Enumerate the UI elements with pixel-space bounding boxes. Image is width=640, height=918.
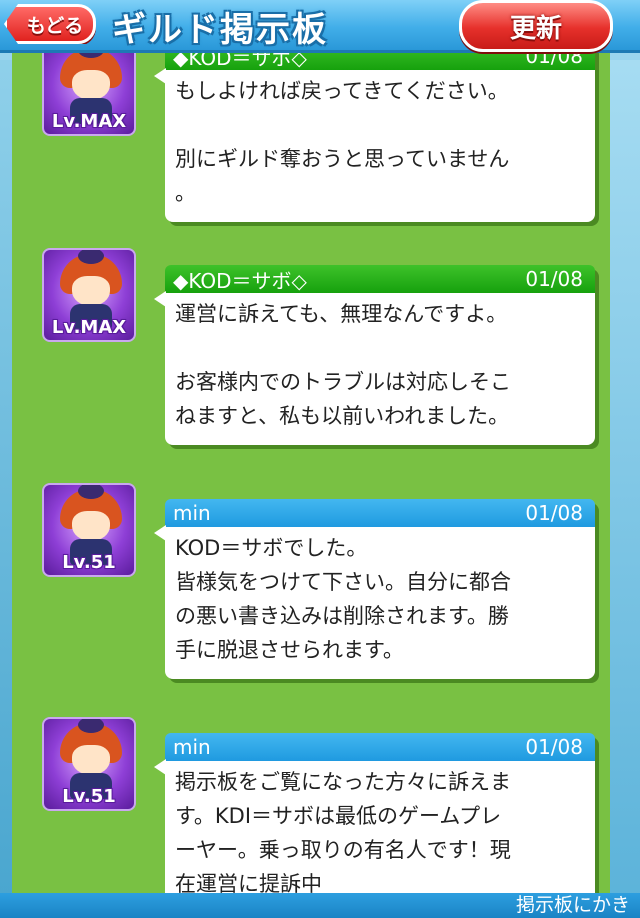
post-author[interactable]: min [173, 735, 211, 759]
post-header: min 01/08 [165, 499, 595, 527]
post-header: min 01/08 [165, 733, 595, 761]
refresh-button[interactable]: 更新 [459, 0, 613, 52]
message-bubble: ◆KOD＝サボ◇ 01/08 もしよければ戻ってきてください。 別にギルド奪おう… [154, 53, 595, 222]
message-bubble: ◆KOD＝サボ◇ 01/08 運営に訴えても、無理なんですよ。 お客様内でのトラ… [154, 265, 595, 445]
avatar[interactable]: Lv.51 [42, 717, 136, 811]
title-bar: もどる ギルド掲示板 更新 [0, 0, 640, 53]
message-bubble: min 01/08 KOD＝サボでした。 皆様気をつけて下さい。自分に都合 の悪… [154, 499, 595, 679]
post-header: ◆KOD＝サボ◇ 01/08 [165, 53, 595, 70]
refresh-button-label: 更新 [509, 13, 562, 44]
bottom-ticker-bar[interactable]: 掲示板にかき [0, 893, 640, 918]
level-badge: Lv.MAX [51, 111, 127, 132]
page-title: ギルド掲示板 [112, 10, 328, 50]
level-badge: Lv.51 [62, 552, 116, 573]
post-author[interactable]: ◆KOD＝サボ◇ [173, 53, 307, 71]
ticker-text: 掲示板にかき [516, 894, 631, 916]
avatar[interactable]: Lv.MAX [42, 248, 136, 342]
message-bubble: min 01/08 掲示板をご覧になった方々に訴えま す。KDI＝サボは最低のゲ… [154, 733, 595, 893]
post-header: ◆KOD＝サボ◇ 01/08 [165, 265, 595, 293]
background-left-edge [0, 60, 12, 900]
post-date: 01/08 [525, 53, 583, 68]
post-text: 運営に訴えても、無理なんですよ。 お客様内でのトラブルは対応しそこ ねますと、私… [175, 302, 511, 428]
post-text: もしよければ戻ってきてください。 別にギルド奪おうと思っていません 。 [175, 79, 510, 205]
post-date: 01/08 [525, 267, 583, 291]
post-author[interactable]: ◆KOD＝サボ◇ [173, 265, 307, 294]
post-date: 01/08 [525, 735, 583, 759]
level-badge: Lv.51 [62, 786, 116, 807]
avatar[interactable]: Lv.51 [42, 483, 136, 577]
message-board[interactable]: Lv.MAX ◆KOD＝サボ◇ 01/08 もしよければ戻ってきてください。 別… [12, 53, 610, 893]
level-badge: Lv.MAX [51, 317, 127, 338]
back-button-label: もどる [26, 14, 84, 37]
back-button[interactable]: もどる [4, 4, 96, 44]
post-date: 01/08 [525, 501, 583, 525]
avatar[interactable]: Lv.MAX [42, 53, 136, 136]
post-text: KOD＝サボでした。 皆様気をつけて下さい。自分に都合 の悪い書き込みは削除され… [175, 536, 511, 662]
post-text: 掲示板をご覧になった方々に訴えま す。KDI＝サボは最低のゲームプレ ーヤー。乗… [175, 770, 511, 893]
post-author[interactable]: min [173, 501, 211, 525]
background-right-edge [610, 60, 640, 900]
